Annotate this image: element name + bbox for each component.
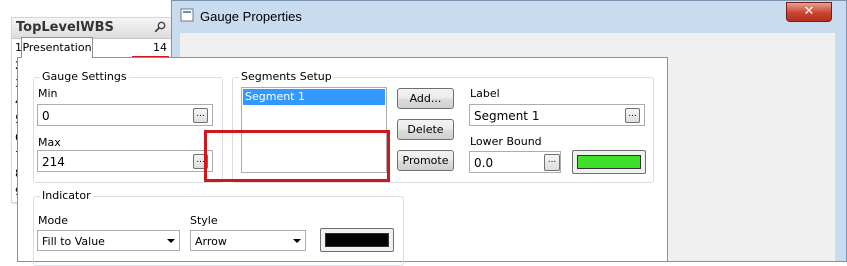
chevron-down-icon xyxy=(293,239,301,243)
tab-presentation[interactable]: Presentation xyxy=(21,37,93,58)
lower-bound-caption: Lower Bound xyxy=(470,135,542,148)
min-field[interactable]: 0 ... xyxy=(37,104,213,126)
tab-presentation-label: Presentation xyxy=(22,41,92,54)
segment-color-button[interactable] xyxy=(572,150,646,174)
min-label: Min xyxy=(38,87,58,100)
segment-color-swatch xyxy=(577,155,641,169)
style-select[interactable]: Arrow xyxy=(190,230,306,251)
segment-label-field[interactable]: Segment 1 ... xyxy=(469,104,645,126)
chevron-down-icon xyxy=(167,239,175,243)
add-button[interactable]: Add... xyxy=(397,88,454,109)
max-field[interactable]: 214 ... xyxy=(37,150,213,172)
segment-label-caption: Label xyxy=(470,87,500,100)
delete-button[interactable]: Delete xyxy=(397,119,454,140)
promote-button[interactable]: Promote xyxy=(397,150,454,171)
listbox-title: TopLevelWBS xyxy=(16,20,114,35)
close-icon: ✕ xyxy=(803,4,815,19)
segment-list-item[interactable]: Segment 1 xyxy=(243,89,385,105)
highlight-max-field xyxy=(204,130,390,182)
segment-label-expression-button[interactable]: ... xyxy=(625,108,640,123)
indicator-color-button[interactable] xyxy=(320,228,394,252)
gauge-settings-legend: Gauge Settings xyxy=(40,70,129,83)
max-value: 214 xyxy=(42,155,65,169)
mode-value: Fill to Value xyxy=(42,235,105,248)
style-label: Style xyxy=(190,214,218,227)
mode-label: Mode xyxy=(38,214,68,227)
indicator-color-swatch xyxy=(325,233,389,247)
indicator-legend: Indicator xyxy=(40,189,93,202)
listbox-header: TopLevelWBS xyxy=(12,18,172,39)
app-icon xyxy=(180,8,194,22)
segment-label-value: Segment 1 xyxy=(474,109,540,123)
dialog-title: Gauge Properties xyxy=(200,9,302,24)
segments-setup-legend: Segments Setup xyxy=(239,70,334,83)
min-expression-button[interactable]: ... xyxy=(193,108,208,123)
close-button[interactable]: ✕ xyxy=(786,2,832,22)
max-label: Max xyxy=(38,136,61,149)
lower-bound-expression-button[interactable]: ... xyxy=(544,154,560,171)
style-value: Arrow xyxy=(195,235,227,248)
list-item-frequency: 14 xyxy=(153,41,167,54)
min-value: 0 xyxy=(42,109,50,123)
mode-select[interactable]: Fill to Value xyxy=(37,230,180,251)
lower-bound-value: 0.0 xyxy=(474,156,494,170)
search-icon[interactable] xyxy=(154,21,166,33)
